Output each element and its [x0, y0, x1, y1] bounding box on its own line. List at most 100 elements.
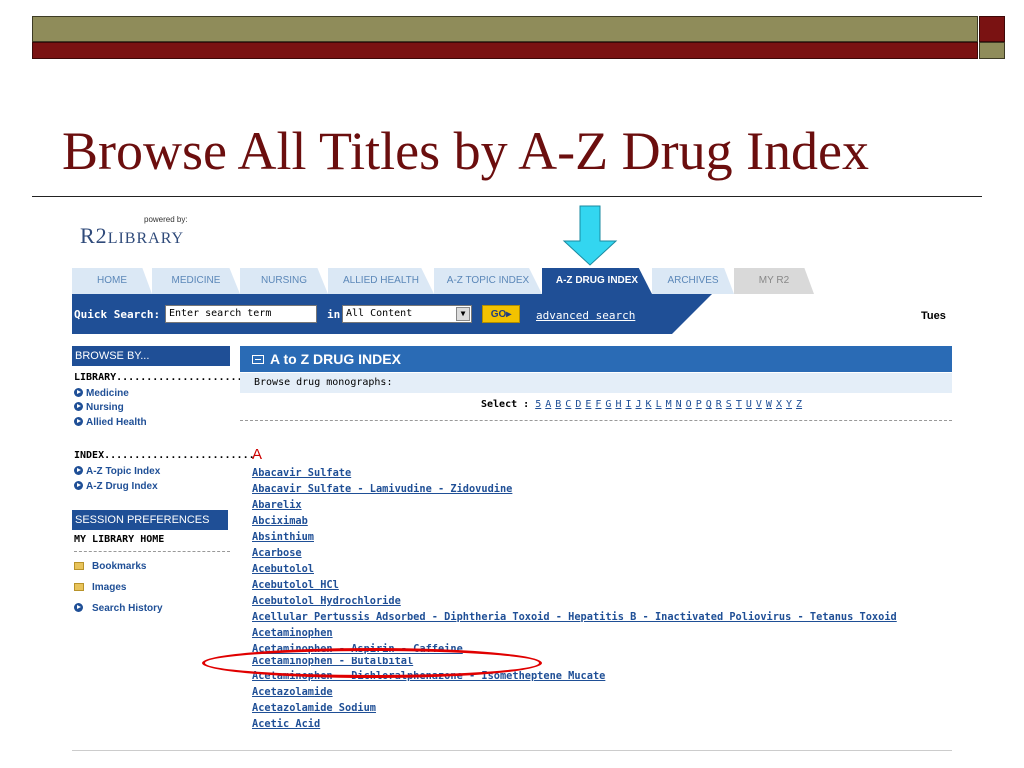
sidebar-item-az-topic-index[interactable]: A-Z Topic Index — [74, 466, 160, 477]
search-scope-value: All Content — [346, 308, 413, 319]
letter-link-a[interactable]: A — [545, 399, 551, 410]
drug-link[interactable]: Abacavir Sulfate - Lamivudine - Zidovudi… — [252, 481, 952, 497]
drug-list: Abacavir Sulfate Abacavir Sulfate - Lamiv… — [252, 465, 952, 732]
sidebar-session-preferences[interactable]: SESSION PREFERENCES — [72, 510, 228, 530]
drug-link[interactable]: Abacavir Sulfate — [252, 465, 952, 481]
letter-link-m[interactable]: M — [666, 399, 672, 410]
letter-link-o[interactable]: O — [686, 399, 692, 410]
drug-link[interactable]: Abciximab — [252, 513, 952, 529]
tab-nursing[interactable]: NURSING — [240, 268, 328, 294]
letter-link-p[interactable]: P — [696, 399, 702, 410]
sidebar-index-label: INDEX......................... — [74, 450, 255, 461]
tab-home[interactable]: HOME — [72, 268, 152, 294]
highlight-ring-annotation — [202, 648, 542, 678]
letter-link-w[interactable]: W — [766, 399, 772, 410]
sidebar-item-label: Search History — [92, 603, 163, 614]
letter-link-j[interactable]: J — [636, 399, 642, 410]
drug-link[interactable]: Acetazolamide Sodium — [252, 700, 952, 716]
go-button[interactable]: GO▸ — [482, 305, 520, 323]
tab-archives[interactable]: ARCHIVES — [652, 268, 734, 294]
drug-link[interactable]: Acebutolol HCl — [252, 577, 952, 593]
drug-link[interactable]: Acarbose — [252, 545, 952, 561]
slide-header-bar-olive — [32, 16, 978, 42]
letter-links: 5ABCDEFGHIJKLMNOPQRSTUVWXYZ — [535, 399, 806, 410]
letter-link-c[interactable]: C — [565, 399, 571, 410]
letter-link-q[interactable]: Q — [706, 399, 712, 410]
sidebar-item-medicine[interactable]: Medicine — [74, 388, 129, 399]
sidebar-item-label: Images — [92, 582, 127, 593]
advanced-search-link[interactable]: advanced search — [536, 309, 635, 322]
date-display: Tues — [921, 310, 946, 322]
tab-medicine[interactable]: MEDICINE — [152, 268, 240, 294]
play-bullet-icon — [74, 481, 83, 490]
slide-corner-square-red — [979, 16, 1005, 42]
letter-selector: Select : 5ABCDEFGHIJKLMNOPQRSTUVWXYZ — [481, 399, 806, 410]
slide-title: Browse All Titles by A-Z Drug Index — [62, 121, 870, 181]
letter-link-s[interactable]: S — [726, 399, 732, 410]
sidebar-item-search-history[interactable]: Search History — [74, 603, 163, 614]
drug-link[interactable]: Acebutolol — [252, 561, 952, 577]
letter-link-g[interactable]: G — [605, 399, 611, 410]
letter-link-x[interactable]: X — [776, 399, 782, 410]
sidebar-item-label: Nursing — [86, 402, 124, 413]
pointer-arrow-icon — [562, 205, 618, 266]
letter-link-y[interactable]: Y — [786, 399, 792, 410]
search-bar-tail — [672, 294, 952, 334]
search-in-label: in — [327, 308, 341, 321]
sidebar-item-images[interactable]: Images — [74, 582, 126, 593]
letter-link-h[interactable]: H — [615, 399, 621, 410]
slide-corner-square-olive — [979, 42, 1005, 59]
sidebar-item-label: Bookmarks — [92, 561, 147, 572]
sidebar-item-label: A-Z Drug Index — [86, 481, 158, 492]
drug-link[interactable]: Acellular Pertussis Adsorbed - Diphtheri… — [252, 609, 952, 625]
search-input[interactable]: Enter search term — [165, 305, 317, 323]
letter-link-k[interactable]: K — [646, 399, 652, 410]
tab-allied-health[interactable]: ALLIED HEALTH — [328, 268, 434, 294]
tab-az-topic-index[interactable]: A-Z TOPIC INDEX — [434, 268, 542, 294]
search-scope-select[interactable]: All Content ▼ — [342, 305, 472, 323]
sidebar-item-bookmarks[interactable]: Bookmarks — [74, 561, 146, 572]
content-bottom-border — [72, 750, 952, 751]
drug-link[interactable]: Acebutolol Hydrochloride — [252, 593, 952, 609]
logo-prefix: R2 — [80, 223, 108, 248]
sidebar-browse-by-header: BROWSE BY... — [72, 346, 230, 366]
drug-link[interactable]: Acetazolamide — [252, 684, 952, 700]
letter-link-d[interactable]: D — [575, 399, 581, 410]
quick-search-label: Quick Search: — [74, 308, 161, 321]
tab-my-r2[interactable]: MY R2 — [734, 268, 814, 294]
letter-link-e[interactable]: E — [585, 399, 591, 410]
letter-link-n[interactable]: N — [676, 399, 682, 410]
letter-link-5[interactable]: 5 — [535, 399, 541, 410]
letter-link-b[interactable]: B — [555, 399, 561, 410]
play-bullet-icon — [74, 417, 83, 426]
letter-link-r[interactable]: R — [716, 399, 722, 410]
sidebar-my-library-home[interactable]: MY LIBRARY HOME — [74, 534, 164, 545]
letter-link-l[interactable]: L — [656, 399, 662, 410]
play-bullet-icon — [74, 402, 83, 411]
drug-link[interactable]: Absinthium — [252, 529, 952, 545]
sidebar-library-label: LIBRARY..................... — [74, 372, 243, 383]
sidebar-item-label: Medicine — [86, 388, 129, 399]
play-bullet-icon — [74, 603, 83, 612]
browse-drug-monographs-text: Browse drug monographs: — [240, 373, 952, 393]
letter-link-f[interactable]: F — [595, 399, 601, 410]
letter-link-i[interactable]: I — [625, 399, 631, 410]
letter-link-t[interactable]: T — [736, 399, 742, 410]
sidebar-item-label: Allied Health — [86, 417, 147, 428]
drug-link[interactable]: Abarelix — [252, 497, 952, 513]
select-label: Select : — [481, 399, 530, 410]
drug-link[interactable]: Acetaminophen — [252, 625, 952, 641]
sidebar-item-az-drug-index[interactable]: A-Z Drug Index — [74, 481, 158, 492]
chevron-down-icon[interactable]: ▼ — [456, 307, 470, 321]
letter-link-u[interactable]: U — [746, 399, 752, 410]
letter-link-v[interactable]: V — [756, 399, 762, 410]
tab-az-drug-index[interactable]: A-Z DRUG INDEX — [542, 268, 652, 294]
main-divider — [240, 420, 952, 421]
logo-name: R2LIBRARY — [80, 223, 184, 249]
sidebar-item-nursing[interactable]: Nursing — [74, 402, 124, 413]
folder-icon — [74, 583, 84, 591]
letter-link-z[interactable]: Z — [796, 399, 802, 410]
sidebar-item-allied-health[interactable]: Allied Health — [74, 417, 147, 428]
drug-link[interactable]: Acetic Acid — [252, 716, 952, 732]
title-divider — [32, 196, 982, 197]
